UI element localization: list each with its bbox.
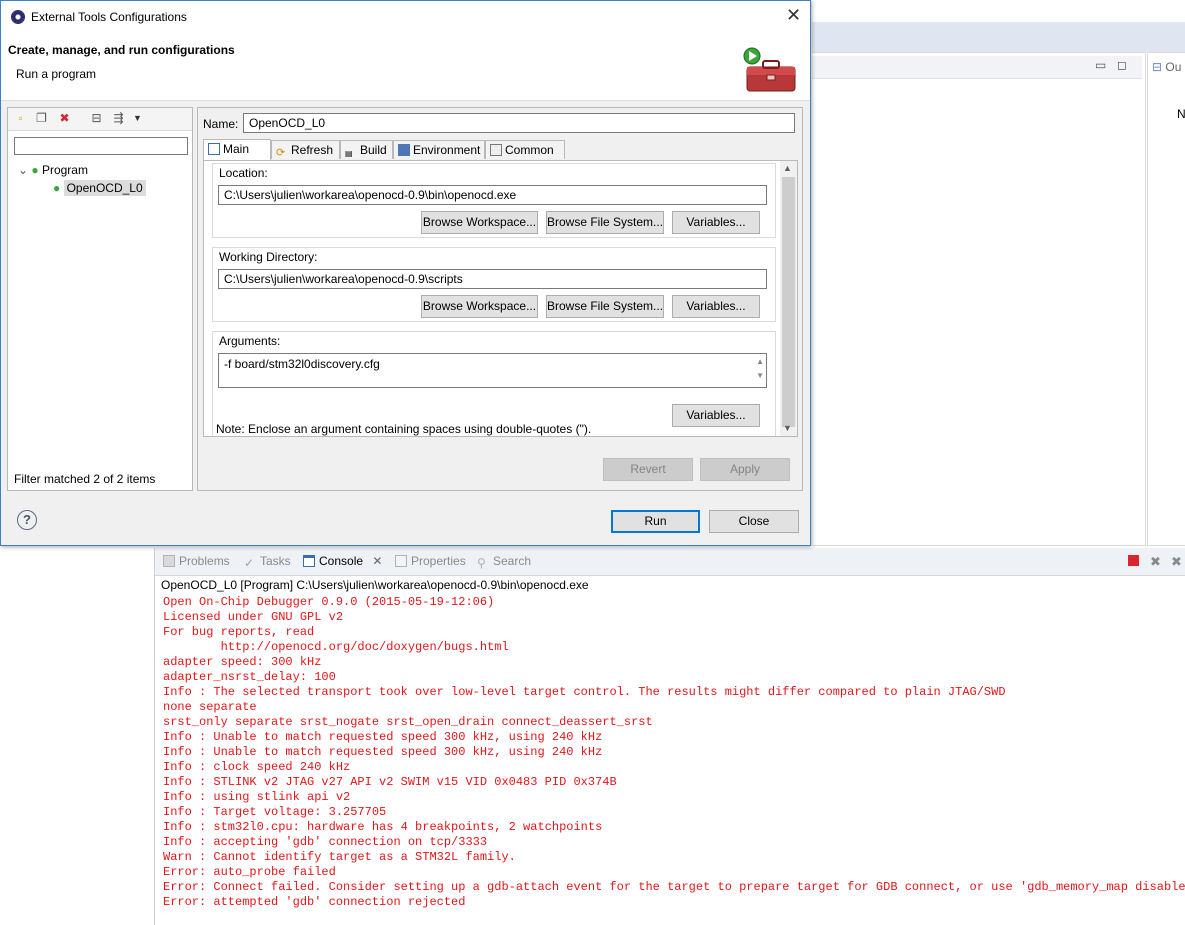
delete-icon[interactable]: ✖ xyxy=(58,112,71,125)
tab-tasks[interactable]: ✓ Tasks xyxy=(244,554,291,570)
browse-file-system-button[interactable]: Browse File System... xyxy=(546,295,664,318)
tab-console[interactable]: Console ✕ xyxy=(303,554,382,568)
eclipse-icon xyxy=(11,10,25,24)
variables-button[interactable]: Variables... xyxy=(672,404,760,427)
external-tools-dialog: External Tools Configurations ✕ Create, … xyxy=(0,0,811,546)
outline-tab-label: Ou xyxy=(1165,60,1182,74)
arguments-scrollbar[interactable]: ▲ ▼ xyxy=(756,355,764,383)
program-icon: ● xyxy=(31,163,39,177)
environment-icon xyxy=(398,144,410,156)
dialog-banner: Create, manage, and run configurations R… xyxy=(1,33,810,101)
arguments-label: Arguments: xyxy=(219,334,281,348)
dialog-title: External Tools Configurations xyxy=(31,10,187,24)
chevron-down-icon[interactable]: ⌄ xyxy=(18,163,28,177)
close-icon[interactable]: ✕ xyxy=(786,5,801,26)
console-view: Problems ✓ Tasks Console ✕ Properties ⚲ Se… xyxy=(154,548,1185,925)
main-tab-icon xyxy=(208,143,220,155)
new-configuration-icon[interactable]: ▫ xyxy=(14,112,27,125)
outline-panel xyxy=(1147,52,1185,546)
banner-subtitle: Run a program xyxy=(16,67,97,81)
configuration-toolbar: ▫ ❐ ✖ ⊟ ⇶ ▼ xyxy=(8,108,192,131)
working-directory-group: Working Directory: C:\Users\julien\worka… xyxy=(212,247,776,322)
help-icon[interactable]: ? xyxy=(17,510,37,530)
tab-main[interactable]: Main xyxy=(203,139,271,160)
ide-editor-bar: ▭ ◻ xyxy=(812,56,1142,79)
console-process-label: OpenOCD_L0 [Program] C:\Users\julien\wor… xyxy=(161,578,589,592)
collapse-all-icon[interactable]: ⊟ xyxy=(90,112,103,125)
revert-button[interactable]: Revert xyxy=(603,458,693,481)
browse-file-system-button[interactable]: Browse File System... xyxy=(546,211,664,234)
filter-input[interactable] xyxy=(14,137,188,155)
terminate-icon[interactable] xyxy=(1128,555,1139,566)
tab-properties[interactable]: Properties xyxy=(395,554,466,568)
tab-content-scrollbar[interactable]: ▲ ▼ xyxy=(780,161,797,436)
remove-all-icon[interactable]: ✖ xyxy=(1171,554,1182,570)
console-icon xyxy=(303,555,315,567)
tab-common[interactable]: Common xyxy=(485,140,565,159)
scrollbar-thumb[interactable] xyxy=(782,177,795,427)
ide-empty-area xyxy=(0,548,154,925)
filter-status: Filter matched 2 of 2 items xyxy=(14,472,156,486)
outline-text: N xyxy=(1177,107,1185,121)
banner-title: Create, manage, and run configurations xyxy=(8,43,235,57)
tasks-icon: ✓ xyxy=(244,556,255,570)
arguments-note: Note: Enclose an argument containing spa… xyxy=(216,422,592,436)
location-group: Location: C:\Users\julien\workarea\openo… xyxy=(212,163,776,238)
working-directory-field[interactable]: C:\Users\julien\workarea\openocd-0.9\scr… xyxy=(218,269,767,289)
minimize-icon[interactable]: ▭ xyxy=(1095,58,1106,72)
close-button[interactable]: Close xyxy=(709,510,799,533)
duplicate-icon[interactable]: ❐ xyxy=(35,112,48,125)
filter-icon[interactable]: ⇶ xyxy=(112,112,125,125)
configuration-list-pane: ▫ ❐ ✖ ⊟ ⇶ ▼ ⌄ ● Program ● OpenOCD_L0 Fil… xyxy=(7,107,193,491)
main-tab-content: Location: C:\Users\julien\workarea\openo… xyxy=(203,160,798,437)
browse-workspace-button[interactable]: Browse Workspace... xyxy=(421,295,538,318)
apply-button[interactable]: Apply xyxy=(700,458,790,481)
chevron-down-icon[interactable]: ▼ xyxy=(131,112,144,125)
program-icon: ● xyxy=(53,181,61,195)
variables-button[interactable]: Variables... xyxy=(672,211,760,234)
problems-icon xyxy=(163,555,175,567)
common-icon xyxy=(490,144,502,156)
name-field[interactable] xyxy=(243,113,795,133)
remove-launch-icon[interactable]: ✖ xyxy=(1150,554,1161,570)
name-label: Name: xyxy=(203,117,239,131)
tree-item-program[interactable]: ⌄ ● Program xyxy=(18,163,88,177)
maximize-icon[interactable]: ◻ xyxy=(1117,58,1127,72)
tree-item-label: OpenOCD_L0 xyxy=(63,180,146,196)
scroll-up-icon[interactable]: ▲ xyxy=(783,163,792,173)
tab-environment[interactable]: Environment xyxy=(393,140,485,159)
properties-icon xyxy=(395,555,407,567)
configuration-details-pane: Name: Main ⟳Refresh ▤Build Environment C… xyxy=(197,107,803,491)
outline-icon: ⊟ xyxy=(1152,60,1163,74)
ide-toolbar-area xyxy=(812,22,1185,52)
browse-workspace-button[interactable]: Browse Workspace... xyxy=(421,211,538,234)
tab-build[interactable]: ▤ Build xyxy=(340,140,393,159)
ide-editor-area xyxy=(812,52,1146,546)
outline-tab[interactable]: ⊟ Ou xyxy=(1152,60,1181,74)
working-directory-label: Working Directory: xyxy=(219,250,318,264)
console-tab-bar: Problems ✓ Tasks Console ✕ Properties ⚲ Se… xyxy=(155,548,1185,576)
run-button[interactable]: Run xyxy=(611,510,700,533)
console-output[interactable]: Open On-Chip Debugger 0.9.0 (2015-05-19-… xyxy=(163,595,1185,915)
scroll-down-icon[interactable]: ▼ xyxy=(783,423,792,433)
refresh-icon: ⟳ xyxy=(276,147,286,159)
location-label: Location: xyxy=(219,166,268,180)
tree-item-openocd[interactable]: ● OpenOCD_L0 xyxy=(53,180,146,196)
tab-refresh[interactable]: ⟳ Refresh xyxy=(271,140,340,159)
tab-search[interactable]: ⚲ Search xyxy=(477,554,531,570)
close-icon[interactable]: ✕ xyxy=(372,554,382,568)
toolbox-icon xyxy=(743,47,796,92)
variables-button[interactable]: Variables... xyxy=(672,295,760,318)
search-icon: ⚲ xyxy=(477,556,486,570)
dialog-titlebar[interactable]: External Tools Configurations ✕ xyxy=(1,1,810,33)
arguments-field[interactable]: -f board/stm32l0discovery.cfg ▲ ▼ xyxy=(218,353,767,388)
location-field[interactable]: C:\Users\julien\workarea\openocd-0.9\bin… xyxy=(218,185,767,205)
tab-problems[interactable]: Problems xyxy=(163,554,230,568)
